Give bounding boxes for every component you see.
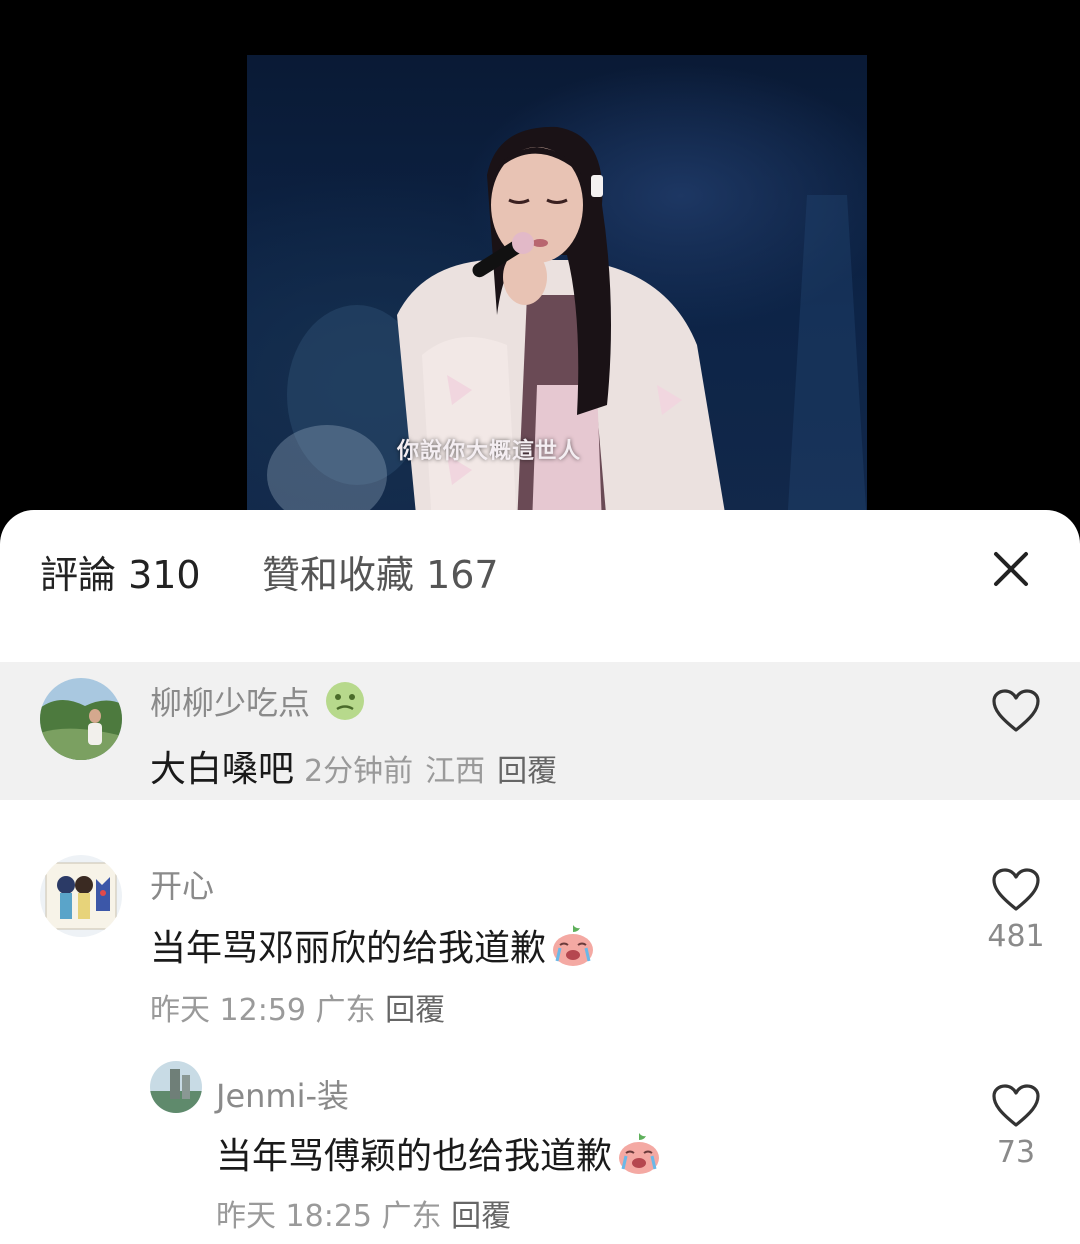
cry-emoji-icon bbox=[550, 923, 596, 978]
heart-icon bbox=[992, 689, 1040, 732]
comment-location: 广东 bbox=[315, 993, 376, 1028]
comment-meta: 昨天 18:25 广东 回覆 bbox=[216, 1191, 511, 1235]
sheet-header: 評論 310 贊和收藏 167 bbox=[0, 510, 1080, 640]
reply-button[interactable]: 回覆 bbox=[385, 993, 445, 1028]
reply-button[interactable]: 回覆 bbox=[451, 1199, 511, 1234]
comment-time: 昨天 12:59 bbox=[150, 993, 306, 1028]
close-icon[interactable] bbox=[988, 546, 1034, 592]
heart-icon bbox=[992, 1084, 1040, 1127]
cry-emoji-icon bbox=[616, 1131, 662, 1186]
comment-text-row: 当年骂傅颖的也给我道歉 bbox=[216, 1127, 662, 1186]
comment-item[interactable]: 开心 当年骂邓丽欣的给我道歉 昨天 12:59 广东 回覆 481 bbox=[0, 845, 1080, 1030]
heart-icon bbox=[992, 868, 1040, 911]
like-count: 481 bbox=[987, 919, 1045, 954]
like-button[interactable]: 73 bbox=[986, 1083, 1046, 1170]
reply-item[interactable]: Jenmi-装 当年骂傅颖的也给我道歉 昨天 18:25 广东 回覆 73 bbox=[0, 1055, 1080, 1244]
like-button[interactable]: 481 bbox=[986, 867, 1046, 954]
tab-likes-favorites[interactable]: 贊和收藏 167 bbox=[262, 544, 499, 599]
comment-text: 当年骂邓丽欣的给我道歉 bbox=[150, 928, 547, 969]
comment-location: 广东 bbox=[381, 1199, 442, 1234]
comment-text-row: 大白嗓吧 2分钟前 江西 回覆 bbox=[150, 740, 569, 792]
tab-comments[interactable]: 評論 310 bbox=[40, 544, 201, 599]
video-player[interactable]: 你說你大概這世人 bbox=[247, 55, 867, 525]
comment-username[interactable]: Jenmi-装 bbox=[216, 1071, 349, 1117]
avatar[interactable] bbox=[40, 678, 122, 760]
reply-button[interactable]: 回覆 bbox=[497, 754, 557, 789]
comment-text: 当年骂傅颖的也给我道歉 bbox=[216, 1136, 613, 1177]
comment-meta: 昨天 12:59 广东 回覆 bbox=[150, 985, 445, 1029]
comment-text-row: 当年骂邓丽欣的给我道歉 bbox=[150, 919, 596, 978]
comment-time: 2分钟前 bbox=[304, 754, 414, 789]
avatar[interactable] bbox=[150, 1061, 202, 1113]
video-subtitle: 你說你大概這世人 bbox=[397, 438, 582, 464]
username-text[interactable]: 柳柳少吃点 bbox=[150, 684, 310, 722]
like-button[interactable] bbox=[986, 688, 1046, 734]
comment-item[interactable]: 柳柳少吃点 大白嗓吧 2分钟前 江西 回覆 bbox=[0, 662, 1080, 800]
comment-time: 昨天 18:25 bbox=[216, 1199, 372, 1234]
like-count: 73 bbox=[996, 1135, 1036, 1170]
comment-text: 大白嗓吧 bbox=[150, 749, 295, 790]
avatar[interactable] bbox=[40, 855, 122, 937]
comment-sheet: 評論 310 贊和收藏 167 柳柳少吃点 大白嗓吧 2分钟前 江西 回覆 开心… bbox=[0, 510, 1080, 1244]
comment-username[interactable]: 开心 bbox=[150, 861, 214, 907]
comment-username[interactable]: 柳柳少吃点 bbox=[150, 678, 366, 730]
video-area[interactable]: 你說你大概這世人 bbox=[0, 0, 1080, 540]
sick-emoji-icon bbox=[324, 680, 366, 730]
comment-location: 江西 bbox=[425, 754, 486, 789]
